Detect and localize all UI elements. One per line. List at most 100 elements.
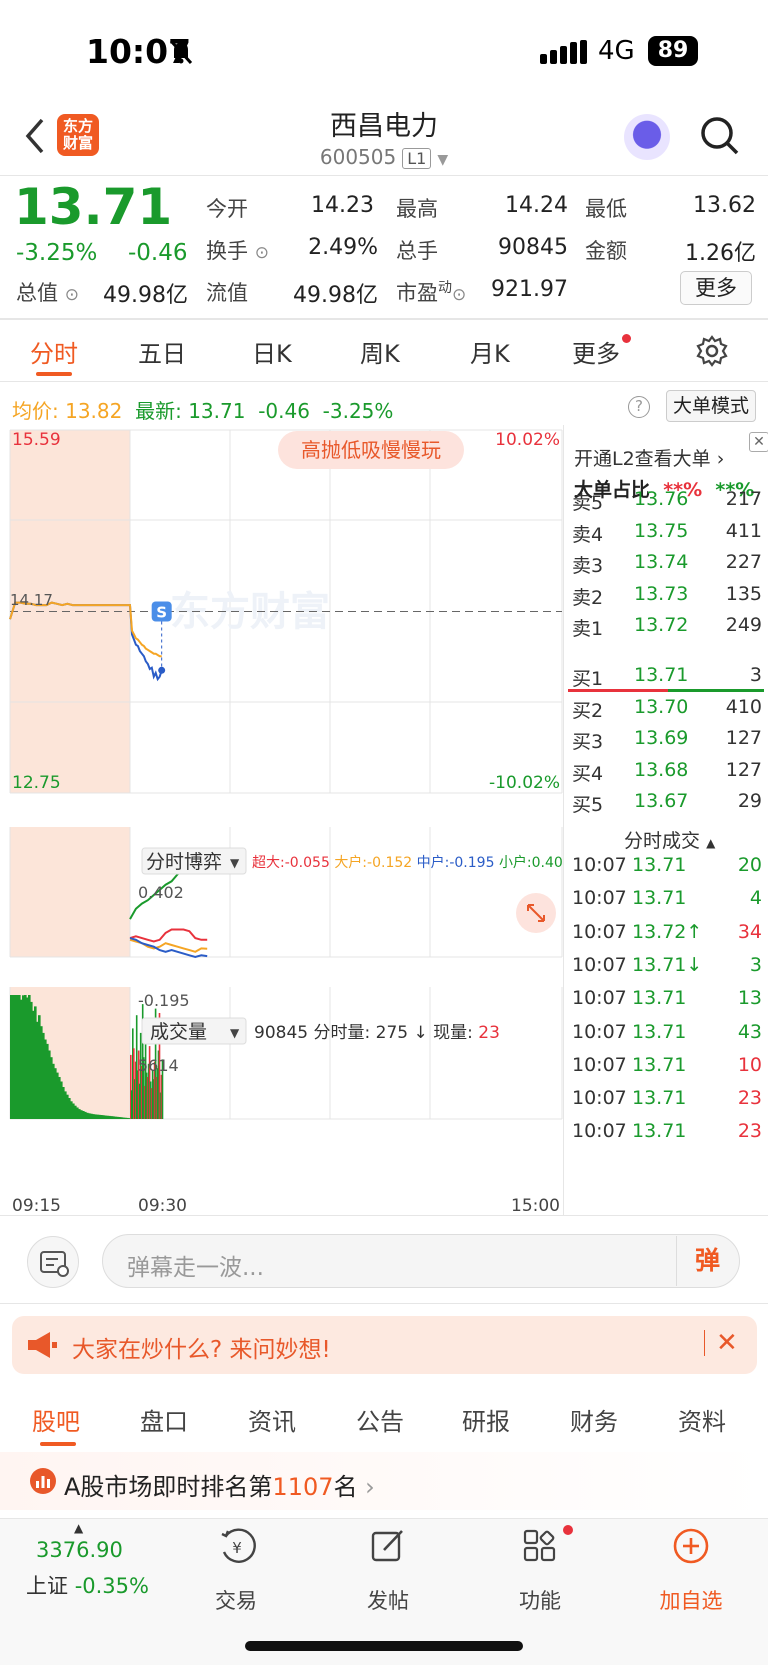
banner-divider <box>704 1330 705 1356</box>
expand-icon[interactable] <box>516 893 556 933</box>
order-label: 买3 <box>572 731 604 753</box>
chart-grid <box>9 429 563 1120</box>
active-tab-indicator <box>36 372 72 376</box>
order-volume: 249 <box>725 614 762 636</box>
big-order-mode-button[interactable]: 大单模式 <box>666 390 756 422</box>
help-icon[interactable]: ? <box>628 396 650 418</box>
settings-gear-icon[interactable] <box>696 335 728 367</box>
x-label-open: 09:30 <box>138 1196 187 1215</box>
tab-daily-k[interactable]: 日K <box>252 334 292 369</box>
tab-intraday[interactable]: 分时 <box>30 334 78 369</box>
active-tab-indicator <box>40 1442 76 1446</box>
amount-value: 1.26亿 <box>685 241 756 266</box>
pe-label: 市盈动⊙ <box>396 280 467 305</box>
trade-row[interactable]: 10:07 13.71 23 <box>572 1120 762 1148</box>
volume-value: 90845 <box>498 235 568 260</box>
sell-level-row[interactable]: 卖5 13.76 217 <box>572 488 762 516</box>
content-tab-6[interactable]: 资料 <box>678 1402 726 1437</box>
search-icon[interactable] <box>700 116 740 156</box>
danmu-send-button[interactable]: 弹 <box>676 1236 738 1286</box>
buy-level-row[interactable]: 买2 13.70 410 <box>572 696 762 724</box>
trade-price: 13.71 <box>632 1020 687 1043</box>
content-tab-4[interactable]: 研报 <box>462 1402 510 1437</box>
tab-monthly-k[interactable]: 月K <box>470 334 510 369</box>
danmu-settings-icon[interactable] <box>27 1236 79 1288</box>
buy-level-row[interactable]: 买1 13.71 3 <box>572 664 762 692</box>
nav-post[interactable]: 发帖 <box>338 1585 438 1615</box>
trade-row[interactable]: 10:07 13.71 13 <box>572 987 762 1015</box>
amount-label: 金额 <box>585 239 627 263</box>
assistant-robot-icon[interactable] <box>624 114 670 160</box>
trade-price: 13.71 <box>632 987 687 1010</box>
sell-level-row[interactable]: 卖1 13.72 249 <box>572 614 762 642</box>
change-amount: -0.46 <box>128 240 188 266</box>
order-label: 卖5 <box>572 492 604 514</box>
buy-level-row[interactable]: 买3 13.69 127 <box>572 727 762 755</box>
order-price: 13.71 <box>634 664 689 686</box>
divider <box>0 381 768 382</box>
intraday-chart[interactable]: 东方财富 S 15.59 12.75 10.02% -10.02% 14.17 … <box>0 425 563 1215</box>
strategy-badge[interactable]: 高抛低吸慢慢玩 <box>278 431 464 469</box>
danmu-input[interactable]: 弹幕走一波... <box>102 1234 740 1288</box>
trade-row[interactable]: 10:07 13.71 4 <box>572 887 762 915</box>
order-label: 买1 <box>572 668 604 690</box>
status-bar: 10:07 4G 89 <box>0 0 768 100</box>
nav-functions[interactable]: 功能 <box>490 1585 590 1615</box>
close-icon[interactable]: ✕ <box>716 1328 738 1358</box>
info-icon[interactable]: ⊙ <box>65 285 79 305</box>
order-price: 13.75 <box>634 519 689 542</box>
trade-volume: 10 <box>737 1053 762 1076</box>
trade-row[interactable]: 10:07 13.71↓ 3 <box>572 954 762 982</box>
pct-min-label: -10.02% <box>489 773 560 793</box>
caret-down-icon: ▼ <box>230 1026 240 1040</box>
content-tab-5[interactable]: 财务 <box>570 1402 618 1437</box>
content-tab-0[interactable]: 股吧 <box>32 1402 80 1437</box>
trade-row[interactable]: 10:07 13.71 43 <box>572 1021 762 1049</box>
notification-dot <box>563 1525 573 1535</box>
tab-more[interactable]: 更多 <box>572 334 631 369</box>
tab-five-day[interactable]: 五日 <box>138 334 186 369</box>
volume-summary: 90845 分时量: 275 ↓ 现量: 23 <box>254 1023 500 1043</box>
nav-add-watchlist[interactable]: 加自选 <box>641 1585 741 1615</box>
buy-level-row[interactable]: 买5 13.67 29 <box>572 790 762 818</box>
volume-y-top-label: 5614 <box>138 1056 179 1075</box>
trade-row[interactable]: 10:07 13.71 23 <box>572 1087 762 1115</box>
megaphone-icon <box>28 1332 57 1358</box>
trade-row[interactable]: 10:07 13.72↑ 34 <box>572 921 762 949</box>
info-icon[interactable]: ⊙ <box>255 243 269 263</box>
trade-row[interactable]: 10:07 13.71 10 <box>572 1054 762 1082</box>
trades-header[interactable]: 分时成交 ▲ <box>624 826 715 853</box>
tab-weekly-k[interactable]: 周K <box>360 334 400 369</box>
time-axis: 09:15 09:30 15:00 <box>12 1196 560 1215</box>
caret-down-icon: ▼ <box>230 856 240 870</box>
trade-volume: 3 <box>749 953 762 976</box>
order-price: 13.68 <box>634 758 689 781</box>
order-label: 卖4 <box>572 523 604 546</box>
buy-level-row[interactable]: 买4 13.68 127 <box>572 759 762 787</box>
order-volume: 135 <box>725 582 762 605</box>
index-value[interactable]: 3376.90 <box>36 1538 123 1562</box>
index-quote[interactable]: 上证 -0.35% <box>26 1570 149 1600</box>
content-tab-2[interactable]: 资讯 <box>248 1402 296 1437</box>
trade-row[interactable]: 10:07 13.71 20 <box>572 854 762 882</box>
premarket-shade <box>10 827 130 957</box>
rank-text: A股市场即时排名第1107名 › <box>64 1473 375 1501</box>
sell-level-row[interactable]: 卖4 13.75 411 <box>572 520 762 548</box>
divider <box>0 318 768 320</box>
volume-label: 总手 <box>396 239 438 263</box>
l2-upgrade-link[interactable]: 开通L2查看大单 › <box>574 444 724 471</box>
flow-chart-header: 分时博弈 ▼ 超大:-0.055 大户:-0.152 中户:-0.195 小户:… <box>138 847 563 1010</box>
change-percent: -3.25% <box>16 240 98 266</box>
nav-trade[interactable]: 交易 <box>186 1585 286 1615</box>
stock-code: 600505 <box>319 145 397 169</box>
content-tab-1[interactable]: 盘口 <box>140 1402 188 1437</box>
sell-level-row[interactable]: 卖3 13.74 227 <box>572 551 762 579</box>
turnover-label: 换手 ⊙ <box>206 239 269 263</box>
trade-volume: 23 <box>737 1087 762 1110</box>
content-tab-3[interactable]: 公告 <box>356 1402 404 1437</box>
flow-legend: 超大:-0.055 大户:-0.152 中户:-0.195 小户:0.402 <box>252 854 563 871</box>
y-max-label: 15.59 <box>12 430 61 450</box>
sell-level-row[interactable]: 卖2 13.73 135 <box>572 583 762 611</box>
divider <box>0 1303 768 1304</box>
more-quote-button[interactable]: 更多 <box>680 271 752 305</box>
